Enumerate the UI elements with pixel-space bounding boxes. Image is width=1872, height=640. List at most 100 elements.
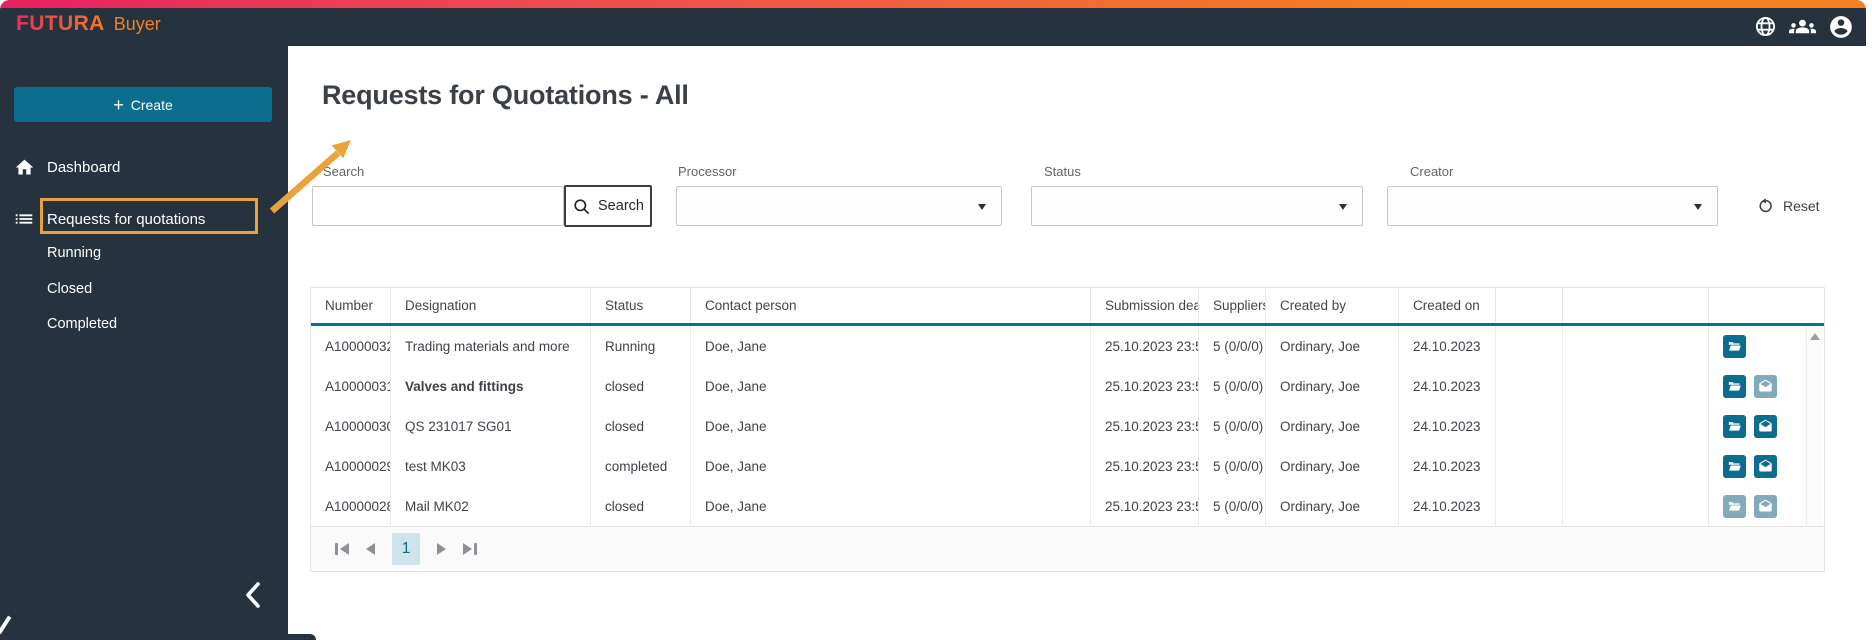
cell-created-by: Ordinary, Joe: [1266, 486, 1399, 526]
last-page-button[interactable]: [463, 543, 477, 555]
cell-number: A10000028: [311, 486, 391, 526]
open-folder-button[interactable]: [1723, 414, 1746, 438]
open-folder-button[interactable]: [1723, 334, 1746, 358]
logo-futura: FUTURA: [16, 12, 105, 35]
chevron-down-icon: [978, 204, 986, 210]
create-button-label: Create: [130, 96, 173, 113]
undo-icon: [1757, 197, 1775, 215]
reset-button[interactable]: Reset: [1751, 196, 1826, 216]
column-header-status[interactable]: Status: [591, 288, 691, 323]
next-page-button[interactable]: [437, 543, 446, 555]
processor-label: Processor: [678, 164, 737, 179]
cell-submission-deadline: 25.10.2023 23:59 Uhr: [1091, 366, 1199, 406]
sidebar-subitem-label: Completed: [47, 316, 118, 332]
column-header-created-by[interactable]: Created by: [1266, 288, 1399, 323]
column-header-actions: [1709, 288, 1824, 323]
account-icon[interactable]: [1828, 14, 1854, 40]
column-header-empty: [1563, 288, 1709, 323]
open-mail-button[interactable]: [1754, 454, 1777, 478]
table-row[interactable]: A10000029 test MK03 completed Doe, Jane …: [311, 446, 1824, 486]
sidebar-item-requests-for-quotations[interactable]: Requests for quotations: [0, 202, 288, 236]
app-window: FUTURA Buyer + Create Dashboard Requests…: [0, 0, 1872, 640]
column-header-designation[interactable]: Designation: [391, 288, 591, 323]
table-scrollbar[interactable]: [1806, 326, 1823, 526]
main-content: Requests for Quotations - All Search Pro…: [288, 46, 1872, 640]
prev-page-button[interactable]: [366, 543, 375, 555]
column-header-created-on[interactable]: Created on: [1399, 288, 1496, 323]
reset-button-label: Reset: [1783, 198, 1820, 214]
create-button[interactable]: + Create: [14, 87, 272, 122]
column-header-suppliers[interactable]: Suppliers: [1199, 288, 1266, 323]
cell-contact-person: Doe, Jane: [691, 406, 1091, 446]
column-header-submission-deadline[interactable]: Submission deadline: [1091, 288, 1199, 323]
topbar-icons: [1754, 13, 1854, 40]
cell-status: closed: [591, 406, 691, 446]
cell-empty: [1496, 446, 1563, 486]
table-row[interactable]: A10000028 Mail MK02 closed Doe, Jane 25.…: [311, 486, 1824, 526]
sidebar-subitem-label: Running: [47, 245, 102, 261]
creator-label: Creator: [1410, 164, 1454, 179]
table-row[interactable]: A10000031 Valves and fittings closed Doe…: [311, 366, 1824, 406]
cell-designation: Mail MK02: [391, 486, 591, 526]
collapse-sidebar-button[interactable]: [240, 579, 266, 611]
cell-contact-person: Doe, Jane: [691, 326, 1091, 366]
creator-select[interactable]: [1387, 186, 1718, 226]
cell-empty: [1563, 406, 1709, 446]
table-row[interactable]: A10000032 Trading materials and more Run…: [311, 326, 1824, 366]
sidebar-item-closed[interactable]: Closed: [47, 275, 92, 303]
sidebar-item-label: Requests for quotations: [47, 210, 206, 228]
cell-created-on: 24.10.2023: [1399, 366, 1496, 406]
scroll-up-icon[interactable]: [1810, 333, 1820, 340]
cell-created-by: Ordinary, Joe: [1266, 406, 1399, 446]
column-header-contact-person[interactable]: Contact person: [691, 288, 1091, 323]
users-icon[interactable]: [1789, 13, 1816, 40]
processor-select[interactable]: [676, 186, 1002, 226]
cell-created-on: 24.10.2023: [1399, 406, 1496, 446]
first-page-button[interactable]: [335, 543, 349, 555]
app-logo: FUTURA Buyer: [16, 12, 161, 36]
next-page-icon: [437, 543, 446, 555]
search-label: Search: [323, 164, 365, 179]
sidebar-subitem-label: Closed: [47, 281, 93, 297]
prev-page-icon: [366, 543, 375, 555]
brand-gradient-strip: [0, 0, 1866, 8]
cell-suppliers: 5 (0/0/0): [1199, 406, 1266, 446]
open-folder-button[interactable]: [1723, 494, 1746, 518]
cell-contact-person: Doe, Jane: [691, 486, 1091, 526]
cell-number: A10000031: [311, 366, 391, 406]
first-page-icon: [340, 543, 349, 555]
search-input[interactable]: [312, 186, 564, 226]
sidebar-item-running[interactable]: Running: [47, 239, 101, 267]
open-folder-button[interactable]: [1723, 374, 1746, 398]
cell-number: A10000030: [311, 406, 391, 446]
open-mail-button[interactable]: [1754, 414, 1777, 438]
status-select[interactable]: [1031, 186, 1363, 226]
search-button[interactable]: Search: [564, 185, 652, 227]
page-number-button[interactable]: 1: [392, 533, 420, 565]
cell-contact-person: Doe, Jane: [691, 366, 1091, 406]
sidebar-item-label: Dashboard: [47, 158, 121, 176]
chevron-down-icon: [1694, 204, 1702, 210]
table-row[interactable]: A10000030 QS 231017 SG01 closed Doe, Jan…: [311, 406, 1824, 446]
open-folder-button[interactable]: [1723, 454, 1746, 478]
cell-status: Running: [591, 326, 691, 366]
status-label: Status: [1044, 164, 1081, 179]
rfq-table: Number Designation Status Contact person…: [310, 287, 1825, 572]
table-body: A10000032 Trading materials and more Run…: [311, 326, 1824, 526]
open-mail-button[interactable]: [1754, 494, 1777, 518]
sidebar-item-dashboard[interactable]: Dashboard: [0, 150, 288, 184]
cell-suppliers: 5 (0/0/0): [1199, 446, 1266, 486]
last-page-icon: [463, 543, 472, 555]
cell-empty: [1496, 486, 1563, 526]
open-mail-button[interactable]: [1754, 374, 1777, 398]
cell-submission-deadline: 25.10.2023 23:59 Uhr: [1091, 486, 1199, 526]
logo-product: Buyer: [113, 14, 161, 34]
globe-icon[interactable]: [1754, 15, 1777, 38]
cell-submission-deadline: 25.10.2023 23:59 Uhr: [1091, 406, 1199, 446]
cell-empty: [1563, 446, 1709, 486]
cell-suppliers: 5 (0/0/0): [1199, 326, 1266, 366]
cell-created-by: Ordinary, Joe: [1266, 446, 1399, 486]
sidebar-item-completed[interactable]: Completed: [47, 310, 117, 338]
cell-submission-deadline: 25.10.2023 23:59 Uhr: [1091, 446, 1199, 486]
column-header-number[interactable]: Number: [311, 288, 391, 323]
